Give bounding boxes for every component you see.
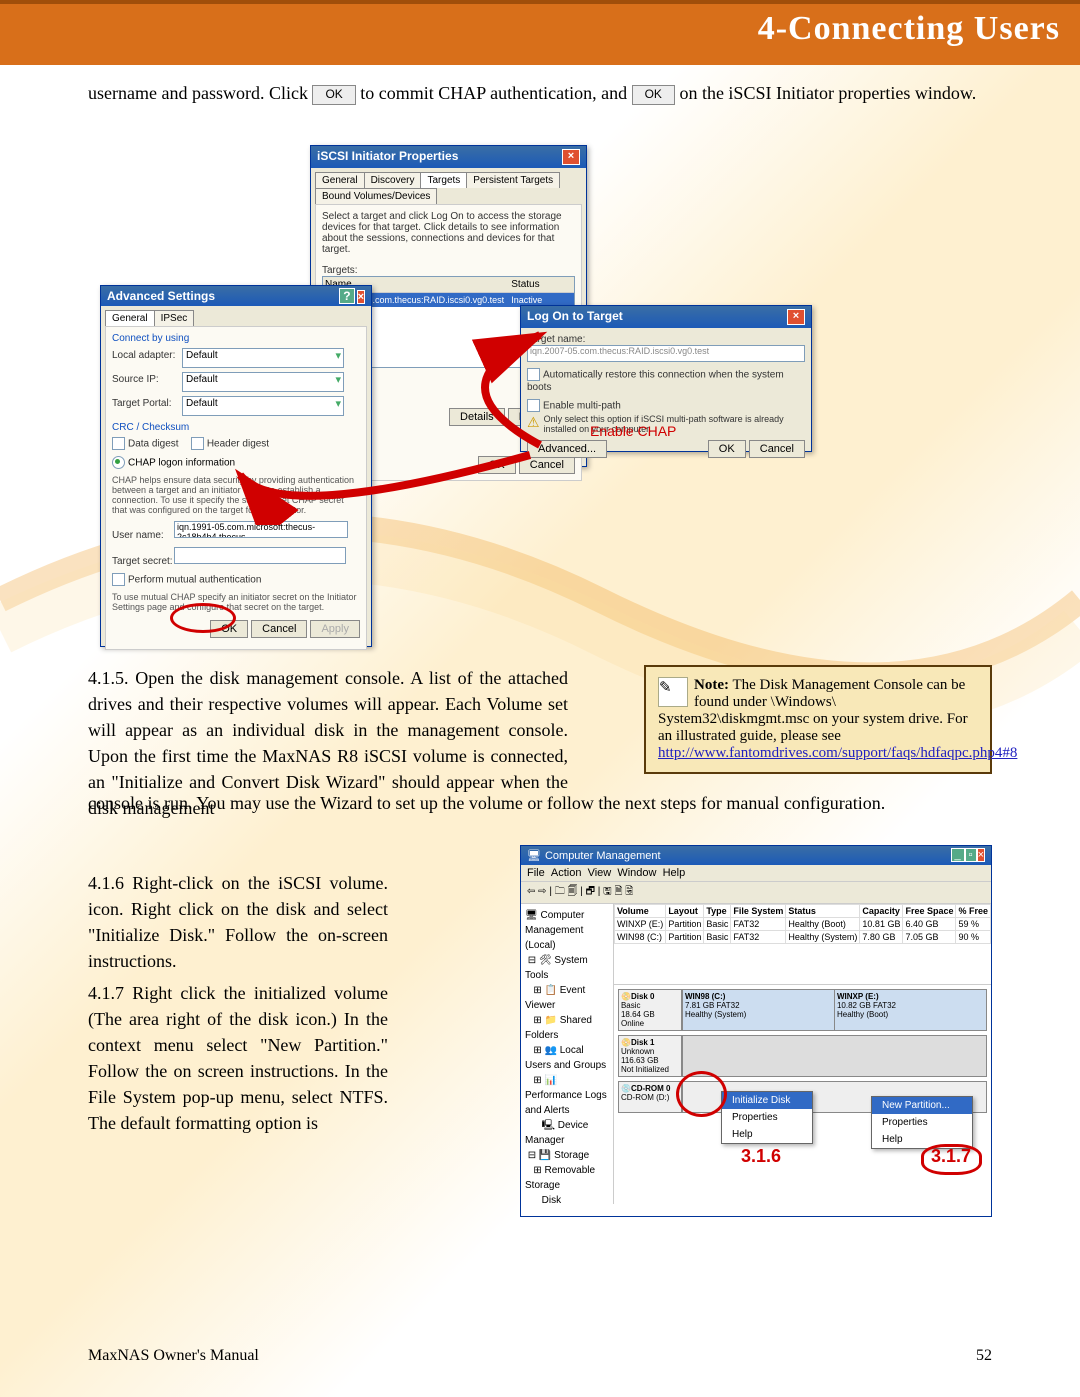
nav-tree[interactable]: 🖥 Computer Management (Local) ⊟ 🛠 System… <box>521 904 614 1204</box>
ok-highlight-circle <box>170 603 236 633</box>
targets-label: Targets: <box>322 265 575 276</box>
note-box: ✎ Note: The Disk Management Console can … <box>644 665 992 774</box>
disk-1-row[interactable]: 📀Disk 1Unknown116.63 GBNot Initialized <box>618 1035 987 1077</box>
toolbar[interactable]: ⇦ ⇨ | 🗀 🗐 | 🗗 | 🖫 🗎 🗟 <box>521 882 991 904</box>
chap-help: CHAP helps ensure data security by provi… <box>112 475 360 515</box>
enable-chap-callout: Enable CHAP <box>590 423 676 439</box>
footer-left: MaxNAS Owner's Manual <box>88 1347 259 1365</box>
warning-icon: ⚠ <box>527 414 540 434</box>
app-icon: 🖥 <box>527 849 541 862</box>
paragraph-416: 4.1.6 Right-click on the iSCSI volume. i… <box>88 870 388 974</box>
paragraph-417: 4.1.7 Right click the initialized volume… <box>88 980 388 1137</box>
disk-0-row[interactable]: 📀Disk 0Basic18.64 GBOnline WIN98 (C:)7.8… <box>618 989 987 1031</box>
tab-general[interactable]: General <box>105 310 155 326</box>
username-input[interactable]: iqn.1991-05.com.microsoft:thecus-2c18b4b… <box>174 521 348 538</box>
header-digest-checkbox[interactable] <box>191 437 204 450</box>
close-icon[interactable]: × <box>787 309 805 325</box>
group-crc: CRC / Checksum <box>112 422 360 433</box>
target-portal-label: Target Portal: <box>112 398 182 409</box>
advanced-button[interactable]: Advanced... <box>527 440 607 458</box>
multipath-checkbox[interactable] <box>527 399 540 412</box>
maximize-icon[interactable]: ▫ <box>965 848 977 862</box>
target-secret-input[interactable] <box>174 547 346 564</box>
help-icon[interactable]: ? <box>339 288 354 304</box>
target-name-field: iqn.2007-05.com.thecus:RAID.iscsi0.vg0.t… <box>527 345 805 362</box>
volume-list[interactable]: VolumeLayoutTypeFile SystemStatusCapacit… <box>614 904 991 985</box>
tab-general[interactable]: General <box>315 172 365 188</box>
local-adapter-label: Local adapter: <box>112 350 182 361</box>
table-row[interactable]: WINXP (E:)PartitionBasicFAT32Healthy (Bo… <box>614 918 990 931</box>
menu-help[interactable]: Help <box>722 1126 812 1143</box>
source-ip-dropdown[interactable]: Default <box>182 372 344 392</box>
context-menu-partition[interactable]: New Partition... Properties Help <box>871 1096 973 1149</box>
pencil-icon: ✎ <box>658 677 688 707</box>
tab-ipsec[interactable]: IPSec <box>154 310 195 326</box>
advanced-settings-window: Advanced Settings?× GeneralIPSec Connect… <box>100 285 372 647</box>
cancel-button[interactable]: Cancel <box>749 440 805 458</box>
menu-initialize-disk[interactable]: Initialize Disk <box>722 1092 812 1109</box>
mutual-help: To use mutual CHAP specify an initiator … <box>112 592 360 612</box>
target-secret-label: Target secret: <box>112 556 174 567</box>
apply-button[interactable]: Apply <box>310 620 360 638</box>
help-text: Select a target and click Log On to acce… <box>322 211 575 255</box>
step-circle-316 <box>676 1071 727 1117</box>
menu-properties[interactable]: Properties <box>722 1109 812 1126</box>
chap-logon-radio[interactable] <box>112 456 125 469</box>
window-title: Advanced Settings <box>107 289 215 303</box>
source-ip-label: Source IP: <box>112 374 182 385</box>
chapter-header: 4-Connecting Users <box>0 0 1080 65</box>
paragraph-415b: console is run. You may use the Wizard t… <box>88 790 992 816</box>
tab-targets[interactable]: Targets <box>420 172 467 188</box>
username-label: User name: <box>112 530 174 541</box>
note-link[interactable]: http://www.fantomdrives.com/support/faqs… <box>658 745 1017 761</box>
menu-new-partition[interactable]: New Partition... <box>872 1097 972 1114</box>
minimize-icon[interactable]: _ <box>951 848 965 862</box>
auto-restore-checkbox[interactable] <box>527 368 540 381</box>
tab-bound[interactable]: Bound Volumes/Devices <box>315 188 437 204</box>
target-name-label: Target name: <box>527 334 805 345</box>
tab-discovery[interactable]: Discovery <box>364 172 422 188</box>
ok-button[interactable]: OK <box>708 440 746 458</box>
ok-button-inline-2[interactable]: OK <box>632 85 675 104</box>
mutual-auth-checkbox[interactable] <box>112 573 125 586</box>
data-digest-checkbox[interactable] <box>112 437 125 450</box>
menubar[interactable]: File Action View Window Help <box>521 865 991 882</box>
menu-properties[interactable]: Properties <box>872 1114 972 1131</box>
context-menu-disk[interactable]: Initialize Disk Properties Help <box>721 1091 813 1144</box>
local-adapter-dropdown[interactable]: Default <box>182 348 344 368</box>
table-row[interactable]: WIN98 (C:)PartitionBasicFAT32Healthy (Sy… <box>614 931 990 944</box>
tab-persistent[interactable]: Persistent Targets <box>466 172 560 188</box>
step-label-317: 3.1.7 <box>931 1146 971 1167</box>
target-portal-dropdown[interactable]: Default <box>182 396 344 416</box>
note-heading: Note: <box>694 677 729 693</box>
intro-paragraph: username and password. Click OK to commi… <box>88 80 992 106</box>
close-icon[interactable]: × <box>357 290 365 304</box>
ok-button[interactable]: OK <box>478 456 516 474</box>
group-connect: Connect by using <box>112 333 360 344</box>
close-icon[interactable]: × <box>977 848 985 862</box>
footer-page-number: 52 <box>976 1347 992 1365</box>
cancel-button[interactable]: Cancel <box>251 620 307 638</box>
window-title: Log On to Target <box>527 309 623 325</box>
details-button[interactable]: Details <box>449 408 505 426</box>
ok-button-inline-1[interactable]: OK <box>312 85 355 104</box>
window-title: iSCSI Initiator Properties <box>317 149 458 165</box>
col-status: Status <box>509 277 574 292</box>
step-label-316: 3.1.6 <box>741 1146 781 1167</box>
close-icon[interactable]: × <box>562 149 580 165</box>
computer-management-window: 🖥 Computer Management _▫× File Action View… <box>520 845 992 1217</box>
window-title: Computer Management <box>545 850 661 862</box>
